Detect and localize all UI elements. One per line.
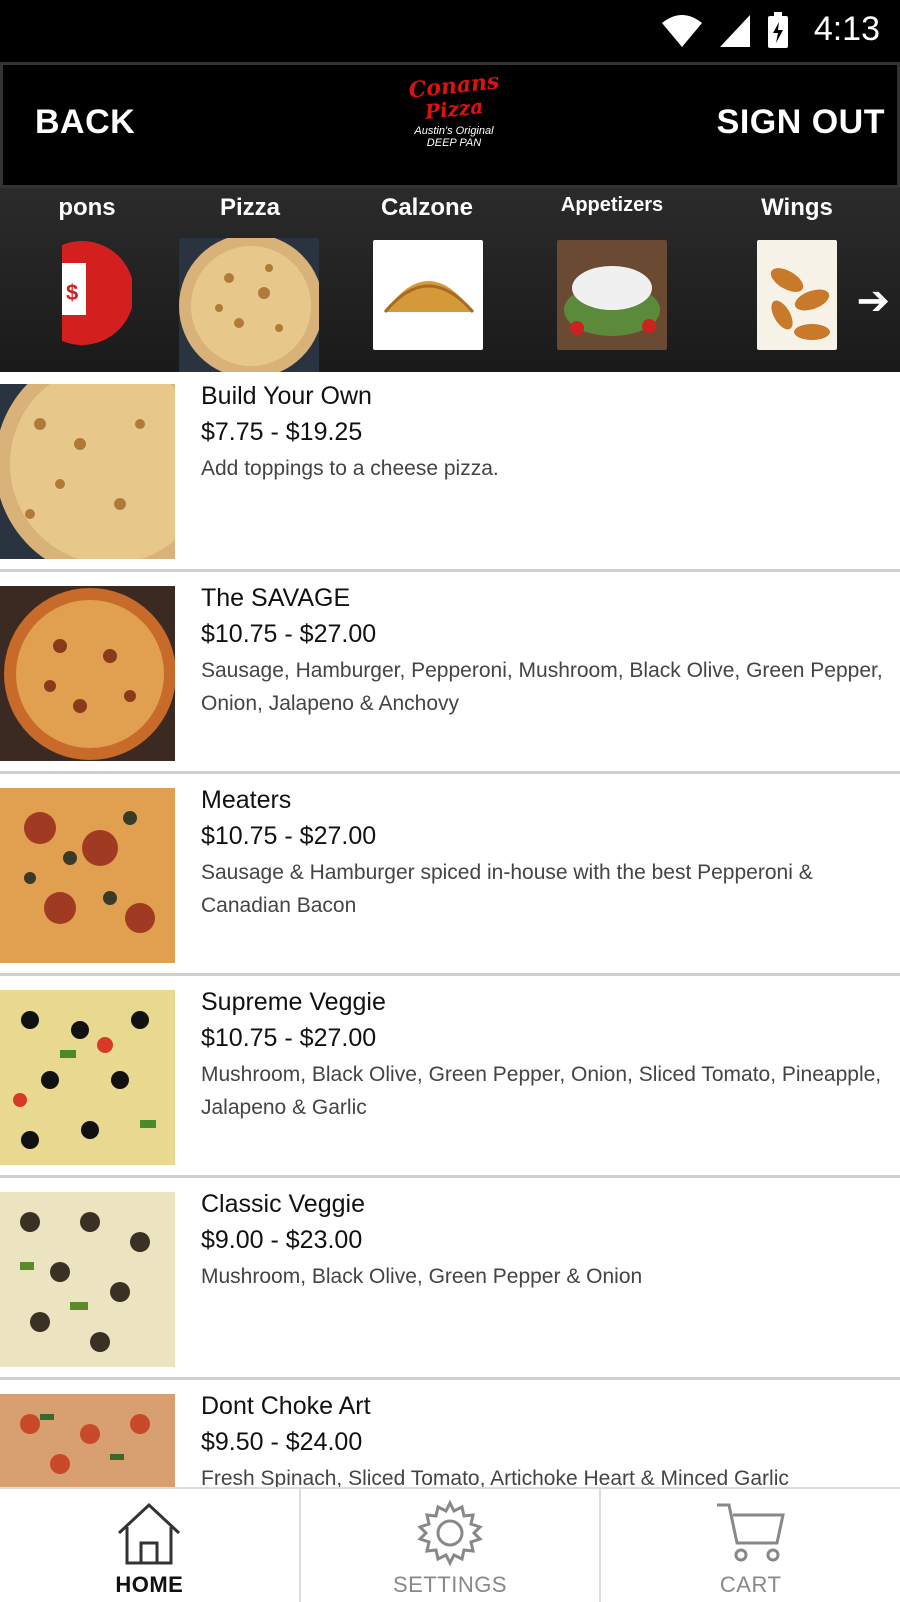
logo-line3: Austin's Original <box>414 125 494 137</box>
menu-item-image <box>0 1192 175 1367</box>
wifi-icon <box>662 15 702 47</box>
status-time: 4:13 <box>813 10 880 48</box>
category-label: pons <box>58 194 116 221</box>
menu-item-description: Mushroom, Black Olive, Green Pepper, Oni… <box>201 1063 882 1119</box>
status-icons <box>660 12 790 50</box>
menu-item-description: Sausage & Hamburger spiced in-house with… <box>201 861 813 917</box>
category-wings[interactable]: Wings <box>722 188 872 372</box>
category-label: Calzone <box>380 194 473 221</box>
category-pizza[interactable]: Pizza <box>175 188 325 372</box>
tab-cart[interactable]: CART <box>601 1489 900 1602</box>
tab-settings[interactable]: SETTINGS <box>301 1489 602 1602</box>
menu-item-description: Mushroom, Black Olive, Green Pepper & On… <box>201 1265 643 1288</box>
category-carousel[interactable]: pons $ Pizza Calzone Appetizers Wings ➔ <box>0 188 900 372</box>
status-bar: 4:13 <box>0 0 900 62</box>
svg-text:$: $ <box>66 280 78 305</box>
menu-item-name: Classic Veggie <box>201 1190 365 1218</box>
brand-logo: Conans Pizza Austin's Original DEEP PAN <box>399 68 509 175</box>
cart-icon <box>716 1503 785 1562</box>
menu-item-price: $10.75 - $27.00 <box>201 1024 377 1052</box>
menu-item-name: Build Your Own <box>201 382 372 410</box>
menu-item-image <box>0 384 175 559</box>
menu-item-price: $9.50 - $24.00 <box>201 1428 363 1456</box>
gear-icon <box>417 1499 483 1567</box>
tab-label: CART <box>719 1572 782 1597</box>
calzone-thumbnail <box>373 240 483 350</box>
menu-item-image <box>0 990 175 1165</box>
category-coupons[interactable]: pons $ <box>12 188 162 372</box>
category-label: Wings <box>761 194 833 221</box>
category-label: Appetizers <box>560 194 664 216</box>
menu-item-price: $7.75 - $19.25 <box>201 418 363 446</box>
logo-line4: DEEP PAN <box>426 137 482 149</box>
menu-list[interactable]: Build Your Own $7.75 - $19.25 Add toppin… <box>0 372 900 1487</box>
menu-item-name: Meaters <box>201 786 292 814</box>
menu-item-classic-veggie[interactable]: Classic Veggie $9.00 - $23.00 Mushroom, … <box>0 1180 900 1380</box>
signal-icon <box>720 15 750 47</box>
tab-home[interactable]: HOME <box>0 1489 301 1602</box>
category-calzone[interactable]: Calzone <box>352 188 502 372</box>
sign-out-button[interactable]: SIGN OUT <box>717 103 885 142</box>
tab-label: HOME <box>115 1572 184 1597</box>
category-appetizers[interactable]: Appetizers <box>537 188 687 372</box>
appetizers-thumbnail <box>557 240 667 350</box>
menu-item-name: The SAVAGE <box>201 584 351 612</box>
menu-item-description: Fresh Spinach, Sliced Tomato, Artichoke … <box>201 1467 789 1487</box>
app-header: BACK Conans Pizza Austin's Original DEEP… <box>0 62 900 188</box>
wings-thumbnail <box>757 240 837 350</box>
menu-item-price: $9.00 - $23.00 <box>201 1226 363 1254</box>
category-label: Pizza <box>219 194 281 221</box>
menu-item-image <box>0 788 175 963</box>
menu-item-name: Dont Choke Art <box>201 1392 371 1420</box>
menu-item-name: Supreme Veggie <box>201 988 386 1016</box>
home-icon <box>118 1502 181 1565</box>
menu-item-the-savage[interactable]: The SAVAGE $10.75 - $27.00 Sausage, Hamb… <box>0 574 900 774</box>
carousel-next-arrow-icon[interactable]: ➔ <box>856 278 890 324</box>
menu-item-meaters[interactable]: Meaters $10.75 - $27.00 Sausage & Hambur… <box>0 776 900 976</box>
bottom-tab-bar: HOME SETTINGS CART <box>0 1487 900 1602</box>
menu-item-image <box>0 1394 175 1487</box>
menu-item-build-your-own[interactable]: Build Your Own $7.75 - $19.25 Add toppin… <box>0 372 900 572</box>
menu-item-image <box>0 586 175 761</box>
menu-item-supreme-veggie[interactable]: Supreme Veggie $10.75 - $27.00 Mushroom,… <box>0 978 900 1178</box>
menu-item-description: Sausage, Hamburger, Pepperoni, Mushroom,… <box>201 659 883 715</box>
tab-label: SETTINGS <box>393 1572 508 1597</box>
coupons-thumbnail: $ <box>62 238 132 348</box>
menu-item-price: $10.75 - $27.00 <box>201 822 377 850</box>
pizza-thumbnail <box>179 238 319 372</box>
back-button[interactable]: BACK <box>35 103 135 142</box>
menu-item-description: Add toppings to a cheese pizza. <box>201 457 499 480</box>
menu-item-dont-choke-art[interactable]: Dont Choke Art $9.50 - $24.00 Fresh Spin… <box>0 1382 900 1487</box>
battery-icon <box>768 12 788 48</box>
menu-item-price: $10.75 - $27.00 <box>201 620 377 648</box>
